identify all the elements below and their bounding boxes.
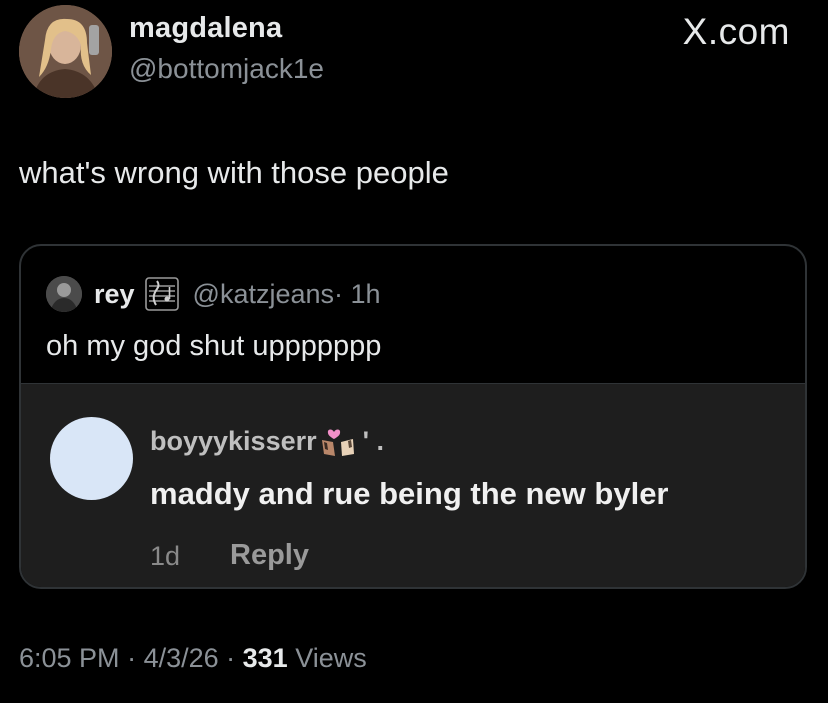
meta-separator: · — [119, 643, 144, 673]
quoted-tweet-card[interactable]: rey @katzjeans · 1h oh my god shut upppp… — [19, 244, 807, 589]
kiss-emoji-icon — [321, 429, 354, 456]
tweet-date[interactable]: 4/3/26 — [144, 643, 219, 673]
commenter-username-row: boyyykisserr ' . — [150, 424, 384, 458]
quoted-author-name[interactable]: rey — [94, 279, 135, 310]
views-label[interactable]: Views — [288, 643, 367, 673]
comment-reply-label: Reply — [230, 539, 309, 571]
views-count[interactable]: 331 — [243, 643, 288, 673]
meta-separator: · — [218, 643, 243, 673]
author-avatar[interactable] — [19, 5, 112, 98]
comment-text: maddy and rue being the new byler — [150, 476, 669, 511]
quoted-tweet-header: rey @katzjeans · 1h — [46, 276, 381, 312]
embedded-comment-screenshot: boyyykisserr ' . maddy and rue being the… — [21, 383, 805, 587]
music-score-icon — [144, 277, 179, 311]
author-handle[interactable]: @bottomjack1e — [129, 53, 324, 85]
commenter-username: boyyykisserr — [150, 425, 317, 456]
quoted-tweet-time: · 1h — [334, 278, 381, 309]
brand-watermark: X.com — [682, 11, 790, 52]
commenter-avatar — [50, 417, 133, 500]
quoted-tweet-text: oh my god shut uppppppp — [46, 330, 382, 362]
tweet-time[interactable]: 6:05 PM — [19, 643, 120, 673]
author-name[interactable]: magdalena — [129, 12, 282, 45]
tweet-metadata: 6:05 PM · 4/3/26 · 331 Views — [19, 643, 367, 674]
quoted-author-handle[interactable]: @katzjeans — [193, 279, 334, 310]
commenter-username-suffix: ' . — [362, 425, 385, 456]
quoted-author-avatar[interactable] — [46, 276, 82, 312]
comment-time: 1d — [150, 541, 181, 571]
tweet-text: what's wrong with those people — [19, 155, 449, 190]
